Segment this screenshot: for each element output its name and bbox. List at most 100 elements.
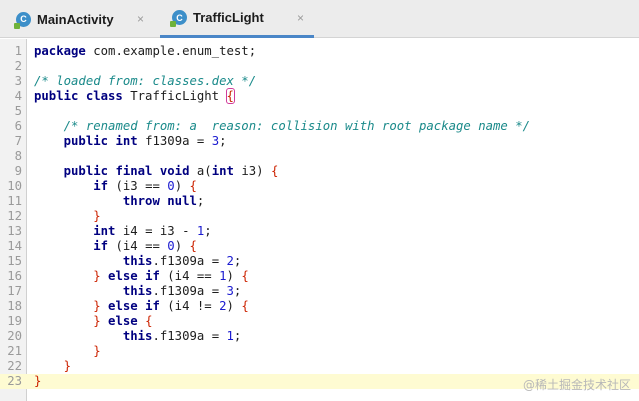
- brace-token: }: [93, 209, 101, 223]
- class-c-icon: C: [170, 10, 187, 27]
- line-number: 21: [7, 344, 22, 358]
- comment-token: /* renamed from: a reason: collision wit…: [63, 119, 531, 133]
- line-number: 16: [7, 269, 22, 283]
- number-token: 3: [211, 134, 220, 148]
- brace-token: {: [241, 269, 249, 283]
- number-token: 0: [167, 239, 175, 253]
- keyword-token: this: [122, 284, 153, 298]
- code-token: TrafficLight: [122, 89, 227, 103]
- code-text: public class TrafficLight {: [34, 88, 235, 104]
- brace-token: {: [241, 299, 249, 313]
- code-line[interactable]: 22 }: [0, 359, 639, 374]
- code-text: } else {: [34, 314, 152, 329]
- code-line[interactable]: 10 if (i3 == 0) {: [0, 179, 639, 194]
- line-number: 12: [7, 209, 22, 223]
- code-line[interactable]: 21 }: [0, 344, 639, 359]
- line-number: 17: [7, 284, 22, 298]
- brace-token: }: [63, 359, 72, 373]
- line-number: 9: [14, 164, 22, 178]
- line-number: 18: [7, 299, 22, 313]
- code-line[interactable]: 15 this.f1309a = 2;: [0, 254, 639, 269]
- code-token: f1309a =: [137, 134, 212, 148]
- line-number: 10: [7, 179, 22, 193]
- code-text: /* loaded from: classes.dex */: [34, 74, 256, 89]
- keyword-token: this: [122, 254, 153, 268]
- close-icon[interactable]: ×: [137, 12, 144, 26]
- number-token: 1: [226, 329, 234, 343]
- code-line[interactable]: 4 public class TrafficLight {: [0, 88, 639, 104]
- code-token: i3): [233, 164, 271, 178]
- code-line[interactable]: 12 }: [0, 209, 639, 224]
- code-text: throw null;: [34, 194, 204, 209]
- code-line[interactable]: 14 if (i4 == 0) {: [0, 239, 639, 254]
- line-number: 7: [14, 134, 22, 148]
- keyword-token: package: [34, 44, 86, 58]
- tab-label: TrafficLight: [193, 10, 264, 25]
- code-token: .f1309a =: [152, 329, 227, 343]
- code-line[interactable]: 16 } else if (i4 == 1) {: [0, 269, 639, 284]
- line-number: 11: [7, 194, 22, 208]
- code-token: ): [174, 239, 190, 253]
- line-number: 6: [14, 119, 22, 133]
- code-token: (i4 !=: [159, 299, 220, 313]
- line-number: 8: [14, 149, 22, 163]
- code-line[interactable]: 8: [0, 149, 639, 164]
- code-token: .f1309a =: [152, 254, 227, 268]
- code-line[interactable]: 18 } else if (i4 != 2) {: [0, 299, 639, 314]
- code-token: ): [226, 269, 242, 283]
- code-text: public int f1309a = 3;: [34, 134, 227, 149]
- tab-mainactivity[interactable]: C MainActivity ×: [6, 0, 154, 38]
- code-line[interactable]: 1 package com.example.enum_test;: [0, 44, 639, 59]
- keyword-token: public class: [34, 89, 123, 103]
- code-line[interactable]: 7 public int f1309a = 3;: [0, 134, 639, 149]
- code-token: ;: [233, 329, 242, 343]
- code-token: ;: [233, 254, 242, 268]
- code-line[interactable]: 3 /* loaded from: classes.dex */: [0, 74, 639, 89]
- brace-token: }: [93, 299, 101, 313]
- code-line[interactable]: 11 throw null;: [0, 194, 639, 209]
- line-number: 15: [7, 254, 22, 268]
- code-token: ;: [219, 134, 227, 148]
- code-line[interactable]: 5: [0, 104, 639, 119]
- brace-token: }: [93, 269, 101, 283]
- code-line[interactable]: 19 } else {: [0, 314, 639, 329]
- line-number: 14: [7, 239, 22, 253]
- line-number: 23: [0, 374, 22, 389]
- line-number: 22: [7, 359, 22, 373]
- code-token: (i3 ==: [108, 179, 168, 193]
- code-text: if (i3 == 0) {: [34, 179, 197, 194]
- tab-trafficlight[interactable]: C TrafficLight ×: [160, 0, 314, 38]
- number-token: 2: [219, 299, 227, 313]
- code-line[interactable]: 17 this.f1309a = 3;: [0, 284, 639, 299]
- code-text: public final void a(int i3) {: [34, 164, 279, 179]
- code-line[interactable]: 13 int i4 = i3 - 1;: [0, 224, 639, 239]
- code-text: int i4 = i3 - 1;: [34, 224, 212, 239]
- code-line[interactable]: 6 /* renamed from: a reason: collision w…: [0, 119, 639, 134]
- code-text: this.f1309a = 3;: [34, 284, 241, 299]
- keyword-token: else if: [108, 299, 160, 313]
- code-token: ;: [204, 224, 212, 238]
- brace-token: }: [34, 374, 42, 388]
- code-line[interactable]: 20 this.f1309a = 1;: [0, 329, 639, 344]
- code-text: package com.example.enum_test;: [34, 44, 256, 59]
- brace-token: {: [145, 314, 153, 328]
- code-line[interactable]: 9 public final void a(int i3) {: [0, 164, 639, 179]
- code-line[interactable]: 2: [0, 59, 639, 74]
- close-icon[interactable]: ×: [297, 11, 304, 25]
- code-text: }: [34, 359, 71, 374]
- code-editor[interactable]: 1 package com.example.enum_test; 2 3/* load…: [0, 39, 639, 401]
- code-token: ;: [196, 194, 205, 208]
- line-number: 4: [14, 89, 22, 103]
